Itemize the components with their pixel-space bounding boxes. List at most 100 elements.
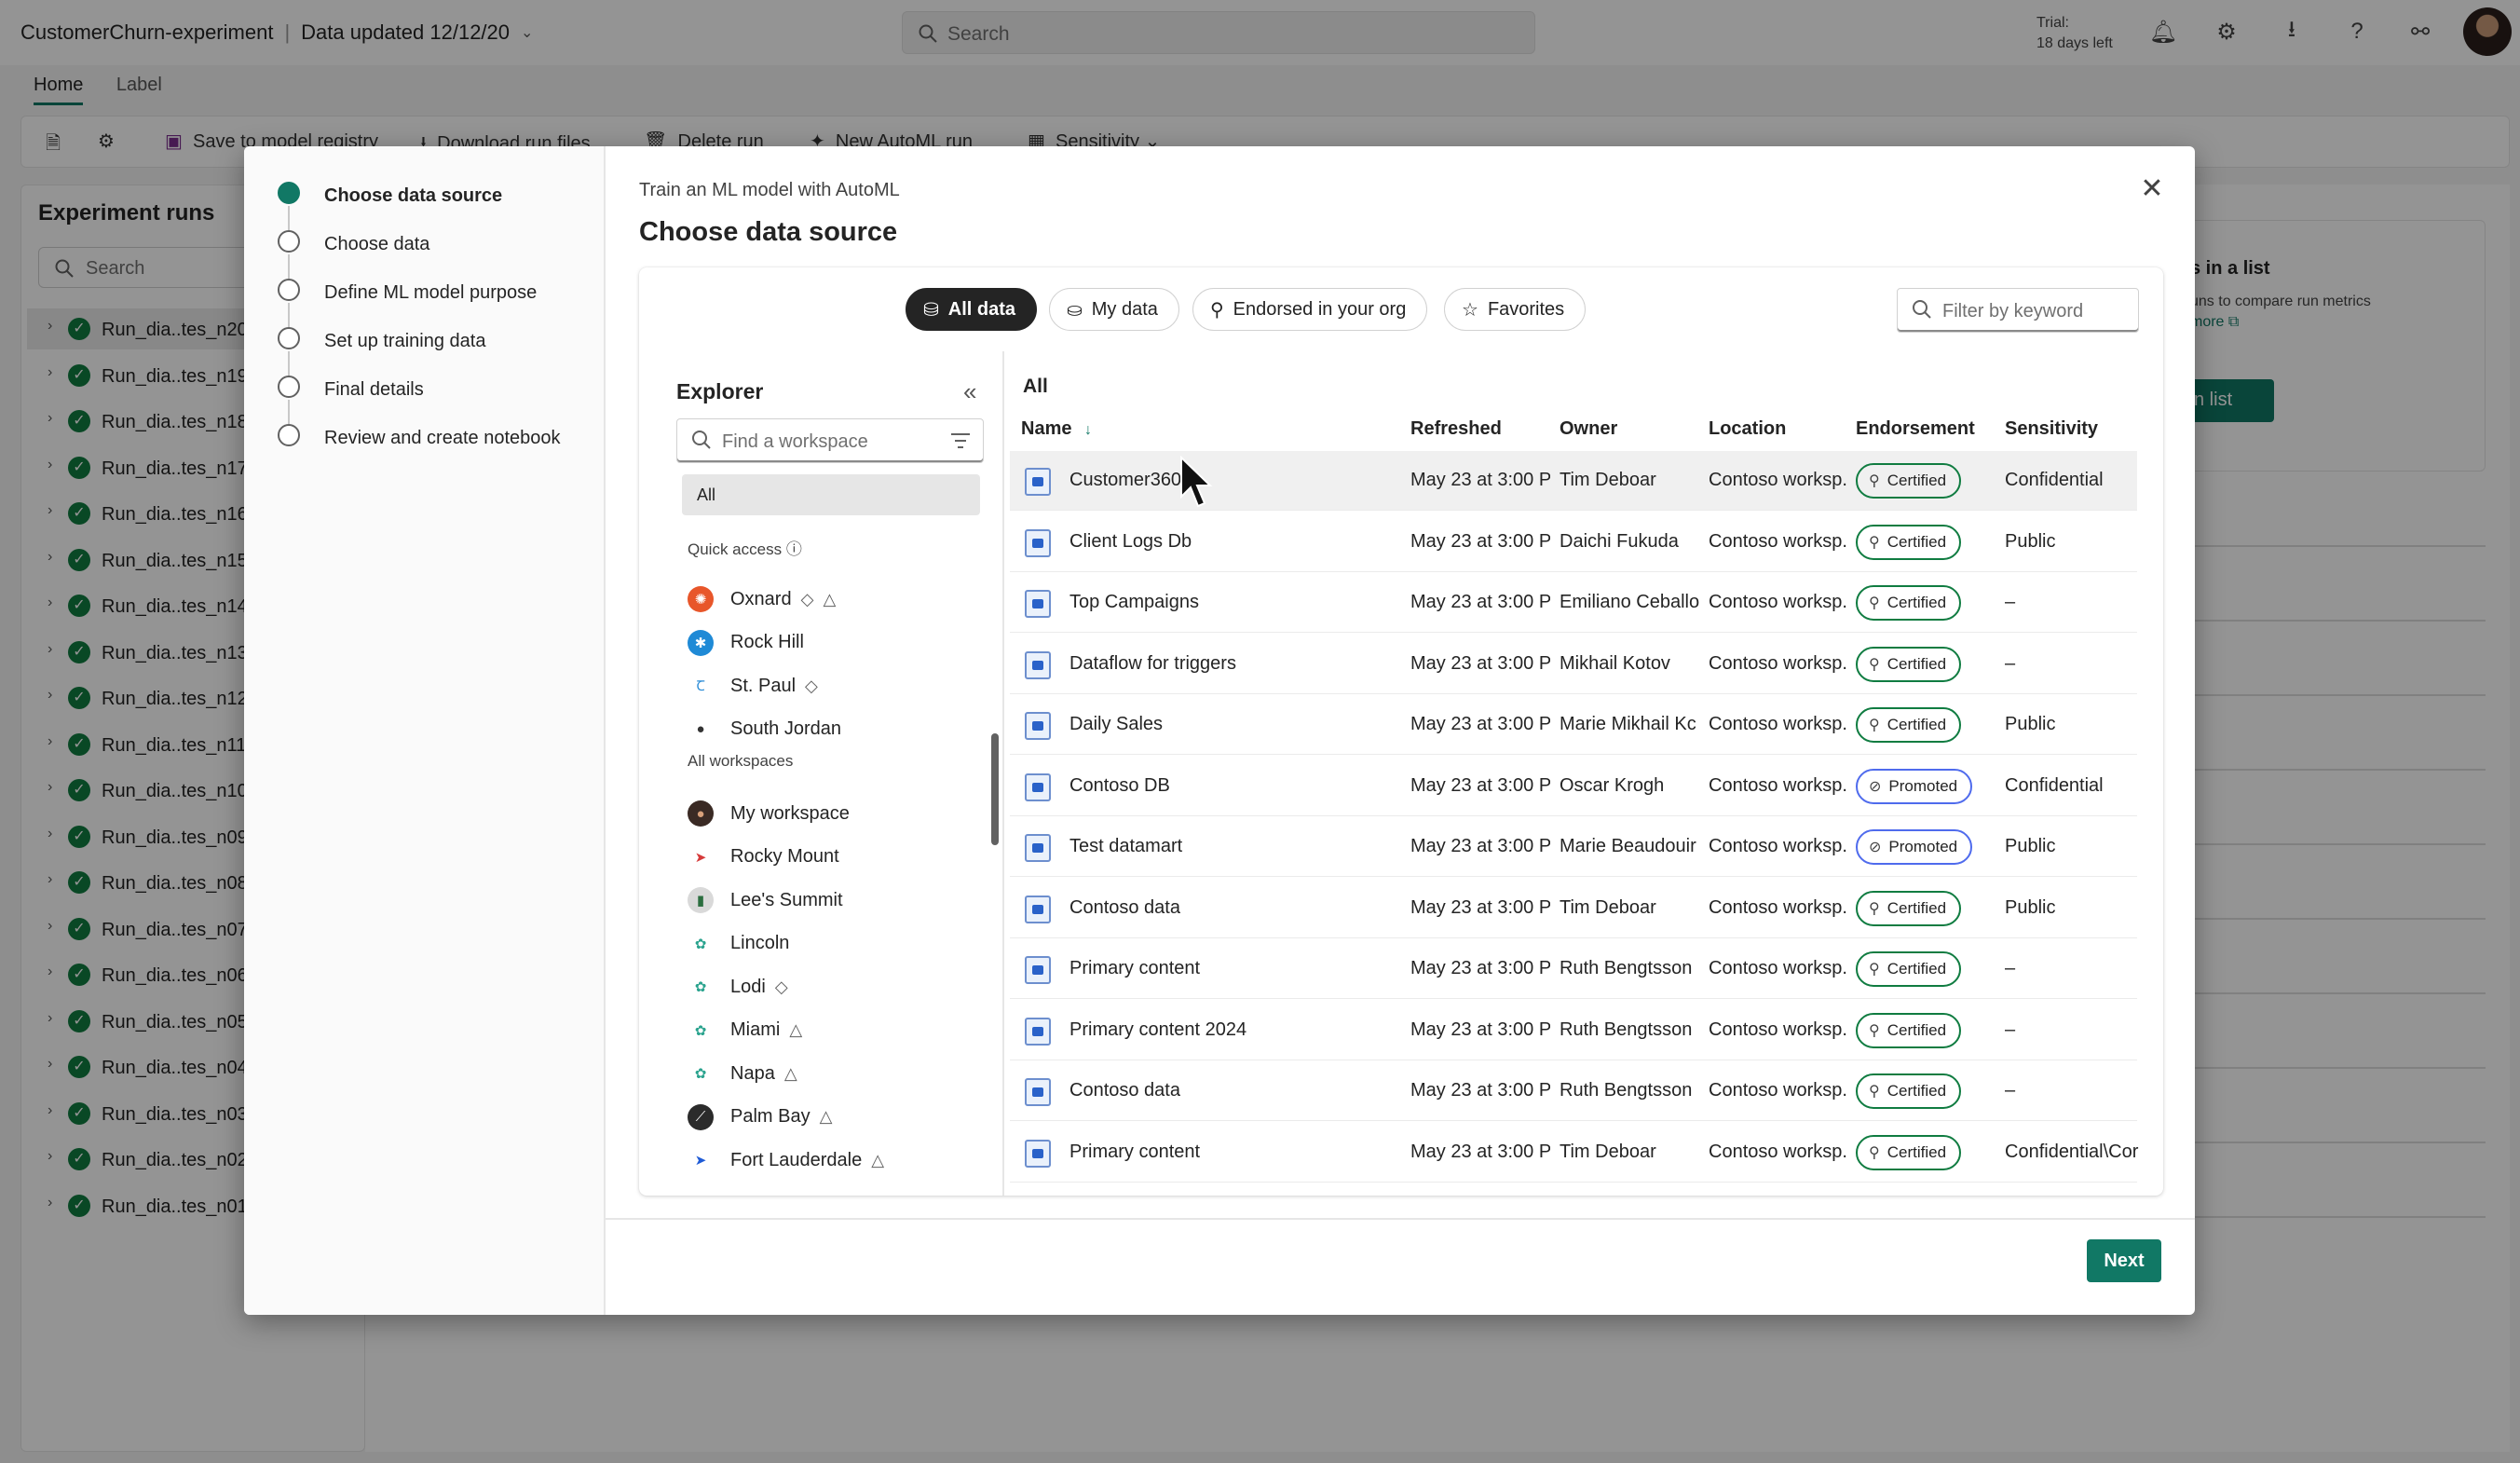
table-row[interactable]: Test datamart May 23 at 3:00 P Marie Beaud… (1010, 817, 2137, 877)
workspace-item[interactable]: ✿ Lincoln (688, 927, 789, 961)
quick-access-workspace[interactable]: ✱ Rock Hill (688, 626, 804, 660)
certified-icon: ⚲ (1869, 1022, 1880, 1039)
explorer-all-item[interactable]: All (682, 474, 980, 515)
wizard-steps: Choose data source Choose data Define ML m… (244, 146, 606, 1315)
table-row[interactable]: Primary content 2024 May 23 at 3:00 P Ruth… (1010, 1001, 2137, 1060)
table-row[interactable]: Daily Sales May 23 at 3:00 P Marie Mikhail… (1010, 695, 2137, 755)
certified-icon: ⚲ (1869, 1144, 1880, 1161)
endorsement-badge: ⚲ Certified (1856, 646, 1962, 682)
info-icon[interactable]: ⓘ (786, 540, 802, 558)
certified-icon: ⚲ (1869, 595, 1880, 611)
filter-keyword-placeholder: Filter by keyword (1942, 301, 2084, 321)
cell-location: Contoso worksp.. (1709, 592, 1846, 612)
table-row[interactable]: Top Campaigns May 23 at 3:00 P Emiliano Ce… (1010, 573, 2137, 633)
workspace-item[interactable]: ➤ Fort Lauderdale △ (688, 1143, 884, 1177)
cell-location: Contoso worksp.. (1709, 1019, 1846, 1040)
endorsement-label: Certified (1887, 472, 1947, 489)
step-label: Define ML model purpose (324, 282, 538, 303)
filter-all-data-label: All data (947, 298, 1016, 320)
cell-name: Test datamart (1069, 836, 1183, 856)
mouse-cursor-icon (1180, 456, 1213, 508)
cell-sensitivity: Public (2005, 836, 2056, 856)
step-label: Review and create notebook (324, 428, 561, 448)
workspace-name: Lee's Summit (730, 889, 843, 910)
filter-icon[interactable] (949, 431, 972, 451)
quick-access-workspace[interactable]: ● South Jordan (688, 713, 841, 746)
filter-endorsed[interactable]: ⚲ Endorsed in your org (1192, 288, 1428, 331)
collapse-double-chevron-icon[interactable]: « (963, 377, 976, 406)
workspace-item[interactable]: ⟋ Palm Bay △ (688, 1101, 832, 1134)
database-icon: ⛀ (1067, 299, 1083, 321)
filter-favorites[interactable]: ☆ Favorites (1444, 288, 1587, 331)
filter-all-data[interactable]: ⛁ All data (906, 288, 1038, 331)
cell-sensitivity: Public (2005, 530, 2056, 552)
table-row[interactable]: Dataflow for triggers May 23 at 3:00 P Mik… (1010, 635, 2137, 694)
workspace-search-input[interactable]: Find a workspace (676, 418, 984, 463)
endorsement-badge: ⚲ Certified (1856, 890, 1962, 926)
table-row[interactable]: Contoso DB May 23 at 3:00 P Oscar Krogh Con… (1010, 757, 2137, 816)
star-icon: ☆ (1462, 299, 1478, 321)
workspace-name: St. Paul (730, 675, 797, 696)
step-connector (288, 351, 290, 376)
cell-refreshed: May 23 at 3:00 P (1410, 714, 1550, 734)
cell-owner: Ruth Bengtsson (1560, 1019, 1693, 1040)
table-row[interactable]: Contoso data May 23 at 3:00 P Ruth Bengtss… (1010, 1061, 2137, 1121)
step-connector (288, 206, 290, 230)
workspace-icon: ➤ (688, 843, 714, 870)
workspace-item[interactable]: ▮ Lee's Summit (688, 883, 843, 917)
certified-icon: ⚲ (1869, 534, 1880, 551)
column-header-owner[interactable]: Owner (1560, 418, 1617, 440)
column-header-location[interactable]: Location (1709, 418, 1786, 440)
column-header-endorsement[interactable]: Endorsement (1856, 418, 1975, 440)
endorsement-badge: ⚲ Certified (1856, 1073, 1962, 1109)
table-row[interactable]: Primary content May 23 at 3:00 P Tim Deboa… (1010, 1123, 2138, 1183)
cell-refreshed: May 23 at 3:00 P (1410, 470, 1550, 490)
step-connector (288, 400, 290, 424)
step-indicator (278, 279, 300, 301)
datamart-icon (1025, 1139, 1051, 1168)
column-header-name[interactable]: Name ↓ (1021, 418, 1092, 440)
cell-location: Contoso worksp.. (1709, 896, 1846, 918)
explorer-scrollbar[interactable] (991, 733, 999, 845)
workspace-icon: ✱ (688, 629, 714, 656)
table-row[interactable]: Primary content May 23 at 3:00 P Ruth Beng… (1010, 939, 2137, 999)
cell-refreshed: May 23 at 3:00 P (1410, 958, 1550, 978)
column-name-label: Name (1021, 418, 1072, 439)
quick-access-workspace[interactable]: ✺ Oxnard ◇ △ (688, 582, 836, 616)
table-row[interactable]: Client Logs Db May 23 at 3:00 P Daichi Fuk… (1010, 513, 2137, 572)
workspace-icon: ▮ (688, 887, 714, 913)
step-label: Choose data source (324, 185, 503, 206)
workspace-item[interactable]: ➤ Rocky Mount (688, 841, 839, 874)
cell-location: Contoso worksp.. (1709, 836, 1846, 856)
quick-access-header: Quick access ⓘ (688, 536, 802, 559)
dialog-title: Choose data source (639, 217, 898, 247)
datamart-icon (1025, 468, 1051, 496)
endorsement-label: Certified (1887, 960, 1947, 978)
column-header-refreshed[interactable]: Refreshed (1410, 418, 1502, 440)
endorsement-badge: ⊘ Promoted (1856, 768, 1973, 804)
cell-sensitivity: – (2005, 1080, 2016, 1101)
table-section-label: All (1023, 376, 1048, 397)
filter-keyword-input[interactable]: Filter by keyword (1897, 288, 2139, 333)
workspace-item[interactable]: ✿ Lodi ◇ (688, 970, 788, 1004)
cell-sensitivity: – (2005, 652, 2016, 674)
workspace-item[interactable]: ✿ Miami △ (688, 1014, 802, 1047)
next-button[interactable]: Next (2087, 1239, 2161, 1282)
certified-icon: ⚲ (1869, 1084, 1880, 1100)
quick-access-workspace[interactable]: Ꞇ St. Paul ◇ (688, 669, 818, 703)
table-row[interactable]: Contoso data May 23 at 3:00 P Tim Deboar Co… (1010, 879, 2137, 938)
close-icon[interactable]: ✕ (2135, 172, 2169, 206)
certified-icon: ⚲ (1869, 656, 1880, 673)
cell-owner: Ruth Bengtsson (1560, 958, 1693, 978)
column-header-sensitivity[interactable]: Sensitivity (2005, 418, 2098, 440)
quick-access-label: Quick access (688, 540, 783, 558)
endorsement-badge: ⚲ Certified (1856, 585, 1962, 621)
filter-my-data[interactable]: ⛀ My data (1049, 288, 1179, 331)
workspace-item[interactable]: ✿ Napa △ (688, 1057, 797, 1090)
workspace-item[interactable]: ● My workspace (688, 797, 850, 830)
workspace-name: South Jordan (730, 718, 841, 739)
cell-location: Contoso worksp.. (1709, 470, 1846, 490)
datamart-icon (1025, 650, 1051, 679)
datamart-icon (1025, 956, 1051, 984)
workspace-name: Lodi (730, 976, 766, 997)
